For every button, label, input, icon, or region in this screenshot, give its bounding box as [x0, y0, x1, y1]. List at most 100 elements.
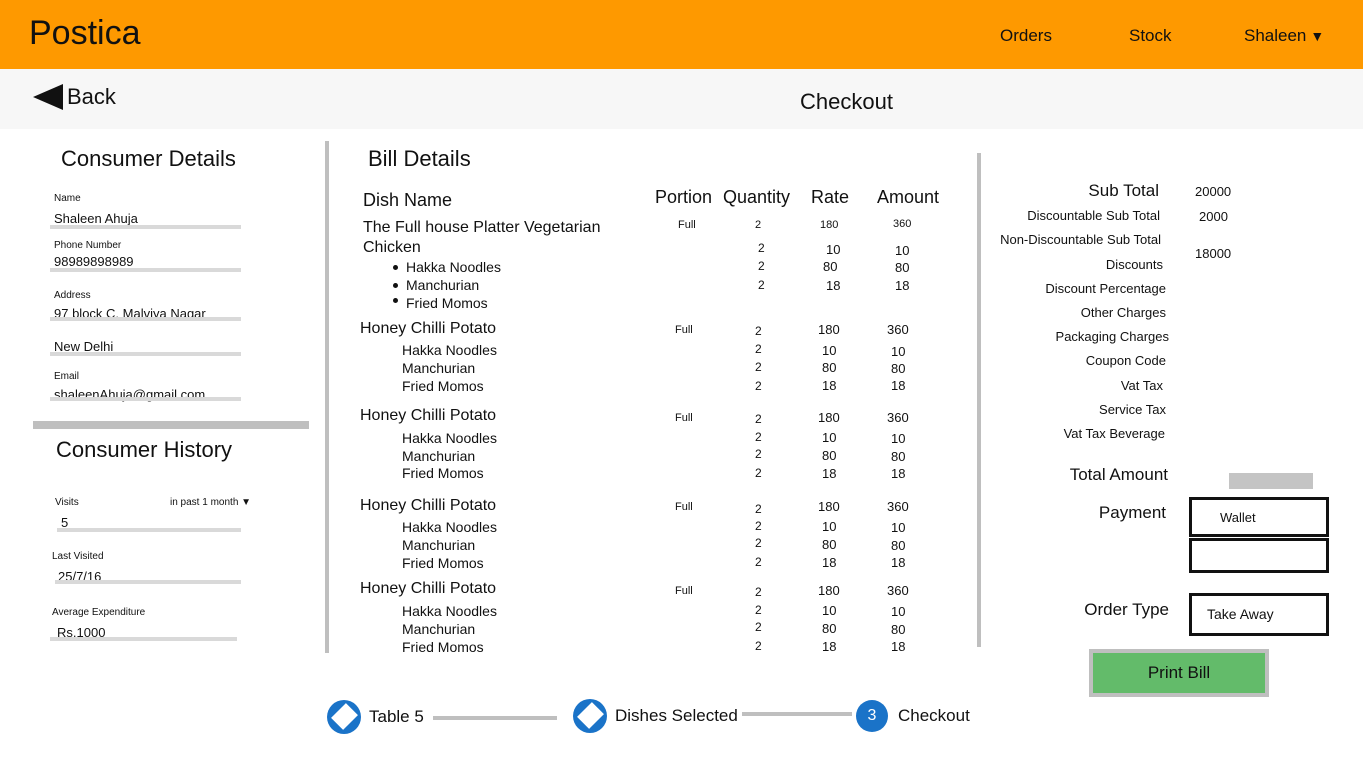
- visits-label: Visits: [55, 497, 79, 508]
- order-type-value: Take Away: [1207, 606, 1274, 622]
- back-arrow-icon: [33, 84, 63, 110]
- sub-item-qty: 2: [758, 259, 765, 273]
- page-title: Checkout: [800, 89, 893, 114]
- payment-select[interactable]: Wallet: [1189, 497, 1329, 537]
- col-rate: Rate: [811, 187, 850, 207]
- dish-amount: 360: [887, 499, 909, 514]
- col-quantity: Quantity: [723, 187, 791, 207]
- sub-item-amount: 80: [895, 260, 910, 275]
- discountable-sub-total-value: 2000: [1199, 209, 1228, 224]
- sub-item-rate: 80: [823, 259, 838, 274]
- back-button[interactable]: Back: [33, 84, 116, 110]
- visits-underline: [57, 528, 241, 532]
- sub-item-name: Manchurian: [402, 360, 476, 376]
- vat-tax-beverage-label: Vat Tax Beverage: [1063, 426, 1165, 441]
- dish-rate: 180: [818, 410, 840, 425]
- non-discountable-sub-total-value: 18000: [1195, 246, 1232, 261]
- sub-item-qty: 2: [755, 430, 762, 444]
- dish-qty: 2: [755, 324, 762, 338]
- payment-secondary-field[interactable]: [1189, 538, 1329, 573]
- dish-rate: 180: [818, 583, 840, 598]
- nav-user-menu[interactable]: Shaleen ▼: [1244, 26, 1324, 46]
- sub-item-name: Fried Momos: [402, 555, 484, 571]
- dish-portion: Full: [678, 219, 696, 231]
- sub-item-amount: 10: [891, 604, 906, 619]
- sub-item-name: Hakka Noodles: [402, 430, 497, 446]
- check-diamond-icon[interactable]: [573, 699, 607, 733]
- check-diamond-icon[interactable]: [327, 700, 361, 734]
- sub-item-rate: 10: [822, 603, 837, 618]
- dish-qty: 2: [755, 412, 762, 426]
- sub-item-amount: 10: [891, 520, 906, 535]
- sub-item-rate: 80: [822, 621, 837, 636]
- step-checkout[interactable]: Checkout: [898, 706, 970, 726]
- sub-item-rate: 18: [822, 378, 837, 393]
- dish-qty: 2: [755, 585, 762, 599]
- sub-item-qty: 2: [755, 379, 762, 393]
- dish-name: Honey Chilli Potato: [360, 407, 497, 424]
- step-connector: [742, 712, 852, 716]
- dish-name: Honey Chilli Potato: [360, 580, 497, 597]
- step-table[interactable]: Table 5: [369, 707, 424, 727]
- col-dish-name: Dish Name: [363, 190, 453, 210]
- col-portion: Portion: [655, 187, 713, 207]
- dish-qty: 2: [755, 502, 762, 516]
- sub-item-qty: 2: [755, 360, 762, 374]
- coupon-code-label: Coupon Code: [1085, 353, 1166, 368]
- service-tax-label: Service Tax: [1099, 402, 1166, 417]
- address-label: Address: [54, 290, 91, 301]
- sub-item-rate: 18: [826, 278, 841, 293]
- nav-stock[interactable]: Stock: [1129, 26, 1172, 46]
- sub-item-rate: 80: [822, 448, 837, 463]
- name-label: Name: [54, 193, 81, 204]
- bill-details-title: Bill Details: [368, 146, 471, 171]
- sub-item-rate: 10: [822, 343, 837, 358]
- sub-item-name: Fried Momos: [402, 465, 484, 481]
- sub-item-qty: 2: [755, 519, 762, 533]
- period-dropdown[interactable]: in past 1 month ▼: [170, 497, 251, 508]
- sub-item-amount: 18: [891, 639, 906, 654]
- step-dishes-selected[interactable]: Dishes Selected: [615, 706, 738, 726]
- print-bill-button[interactable]: Print Bill: [1089, 649, 1269, 697]
- last-visited-label: Last Visited: [52, 551, 104, 562]
- sub-item-amount: 10: [891, 431, 906, 446]
- sub-item-amount: 10: [891, 344, 906, 359]
- name-field[interactable]: Shaleen Ahuja: [54, 211, 138, 226]
- sub-item-amount: 80: [891, 361, 906, 376]
- bullet-icon: [393, 265, 398, 270]
- step-connector: [433, 716, 557, 720]
- sub-item-rate: 10: [822, 430, 837, 445]
- sub-item-name: Hakka Noodles: [406, 259, 501, 275]
- dish-qty: 2: [755, 219, 762, 231]
- back-label: Back: [67, 84, 116, 109]
- sub-item-rate: 18: [822, 555, 837, 570]
- phone-label: Phone Number: [54, 240, 122, 251]
- sub-item-rate: 18: [822, 466, 837, 481]
- sub-item-name: Hakka Noodles: [402, 342, 497, 358]
- sub-item-name: Manchurian: [406, 277, 480, 293]
- discountable-sub-total-label: Discountable Sub Total: [1027, 208, 1160, 223]
- step-number-badge[interactable]: 3: [856, 700, 888, 732]
- order-type-select[interactable]: Take Away: [1189, 593, 1329, 636]
- phone-field[interactable]: 98989898989: [54, 254, 134, 269]
- sub-item-name: Manchurian: [402, 448, 476, 464]
- nav-orders[interactable]: Orders: [1000, 26, 1052, 46]
- sub-item-amount: 80: [891, 622, 906, 637]
- dish-amount: 360: [887, 322, 909, 337]
- email-underline: [50, 397, 241, 401]
- sub-item-qty: 2: [755, 536, 762, 550]
- email-label: Email: [54, 371, 80, 382]
- right-divider: [977, 153, 981, 647]
- avg-underline: [50, 637, 237, 641]
- total-amount-value: [1229, 473, 1313, 489]
- phone-underline: [50, 268, 241, 272]
- sub-item-name: Fried Momos: [406, 295, 488, 311]
- address1-underline: [50, 317, 241, 321]
- sub-amount: 10: [895, 243, 910, 258]
- col-amount: Amount: [877, 187, 940, 207]
- brand-logo[interactable]: Postica: [29, 14, 141, 53]
- sub-item-amount: 18: [891, 555, 906, 570]
- dish-amount: 360: [887, 410, 909, 425]
- sub-item-amount: 18: [895, 278, 910, 293]
- sub-item-rate: 10: [822, 519, 837, 534]
